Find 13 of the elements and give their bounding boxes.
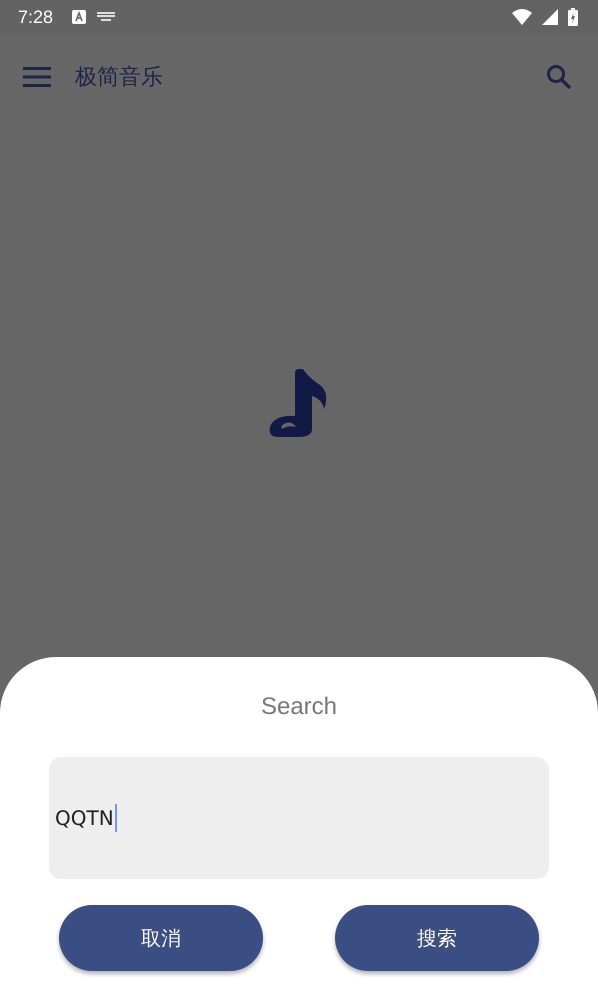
input-field[interactable]: QQTN xyxy=(49,757,549,879)
app-title: 极简音乐 xyxy=(75,64,163,92)
cancel-button[interactable]: 取消 xyxy=(59,905,263,971)
signal-icon xyxy=(542,9,558,25)
battery-icon xyxy=(568,8,578,26)
search-icon[interactable] xyxy=(546,64,572,90)
status-time: 7:28 xyxy=(18,6,54,28)
search-button[interactable]: 搜索 xyxy=(335,905,539,971)
menu-icon[interactable] xyxy=(23,67,51,87)
letter-a-icon xyxy=(71,9,88,25)
wifi-icon xyxy=(512,9,532,25)
dialog-title: Search xyxy=(260,693,338,721)
keyboard-icon xyxy=(97,12,116,22)
